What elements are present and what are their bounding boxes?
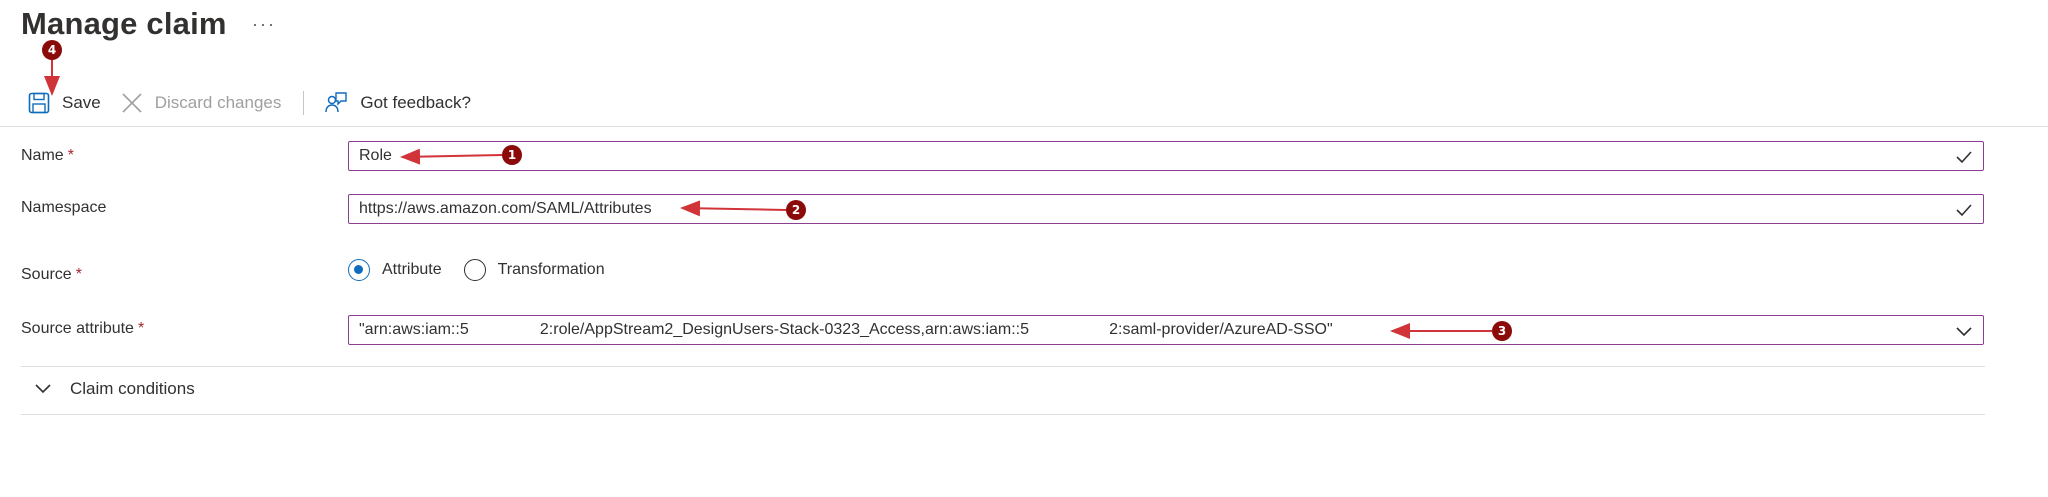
page-title: Manage claim xyxy=(21,6,227,41)
toolbar-divider xyxy=(0,126,2048,127)
source-label: Source * xyxy=(21,266,82,284)
namespace-label: Namespace xyxy=(21,199,106,217)
source-radio-transformation[interactable]: Transformation xyxy=(463,259,605,281)
required-mark: * xyxy=(67,147,74,164)
toolbar: Save Discard changes Got feedback? xyxy=(28,88,471,118)
source-label-text: Source xyxy=(21,266,72,283)
save-label: Save xyxy=(62,93,101,112)
save-icon xyxy=(28,92,50,114)
annotation-badge-1: 1 xyxy=(502,145,522,165)
claim-conditions-divider-top xyxy=(21,366,1985,367)
radio-selected-icon xyxy=(348,259,370,281)
check-icon xyxy=(1956,204,1972,217)
name-value: Role xyxy=(359,147,392,164)
source-radio-group: Attribute Transformation xyxy=(348,259,605,281)
annotation-badge-4: 4 xyxy=(42,40,62,60)
close-icon xyxy=(122,93,142,113)
source-attribute-label-text: Source attribute xyxy=(21,320,134,337)
namespace-input[interactable]: https://aws.amazon.com/SAML/Attributes xyxy=(348,194,1984,224)
toolbar-separator xyxy=(303,91,305,115)
claim-conditions-divider-bottom xyxy=(21,414,1985,415)
chevron-down-icon xyxy=(1956,327,1972,337)
required-mark: * xyxy=(137,320,145,337)
name-label: Name * xyxy=(21,147,74,165)
annotation-badge-3: 3 xyxy=(1492,321,1512,341)
source-option-attribute-label: Attribute xyxy=(382,261,442,278)
manage-claim-page: Manage claim ··· Save Discard changes Go… xyxy=(0,0,2048,497)
discard-label: Discard changes xyxy=(154,93,282,112)
name-label-text: Name xyxy=(21,147,64,164)
source-radio-attribute[interactable]: Attribute xyxy=(348,259,442,281)
namespace-label-text: Namespace xyxy=(21,199,107,216)
source-attribute-label: Source attribute * xyxy=(21,320,144,338)
more-options-icon[interactable]: ··· xyxy=(252,14,276,35)
required-mark: * xyxy=(75,266,82,283)
check-icon xyxy=(1956,151,1972,164)
feedback-label: Got feedback? xyxy=(360,93,471,112)
source-attribute-dropdown[interactable]: "arn:aws:iam::5 2:role/AppStream2_Design… xyxy=(348,315,1984,345)
source-attribute-value: "arn:aws:iam::5 2:role/AppStream2_Design… xyxy=(359,321,1333,338)
save-button[interactable]: Save xyxy=(28,88,101,118)
claim-conditions-toggle[interactable]: Claim conditions xyxy=(34,379,195,399)
claim-conditions-label: Claim conditions xyxy=(70,379,195,398)
annotation-arrows xyxy=(44,58,1492,339)
radio-unselected-icon xyxy=(463,259,486,281)
name-input[interactable]: Role xyxy=(348,141,1984,171)
discard-changes-button[interactable]: Discard changes xyxy=(121,88,282,118)
feedback-icon xyxy=(325,92,348,113)
annotation-badge-2: 2 xyxy=(786,200,806,220)
feedback-button[interactable]: Got feedback? xyxy=(324,88,471,118)
chevron-down-icon xyxy=(35,384,51,394)
source-option-transformation-label: Transformation xyxy=(497,261,605,278)
namespace-value: https://aws.amazon.com/SAML/Attributes xyxy=(359,200,652,217)
